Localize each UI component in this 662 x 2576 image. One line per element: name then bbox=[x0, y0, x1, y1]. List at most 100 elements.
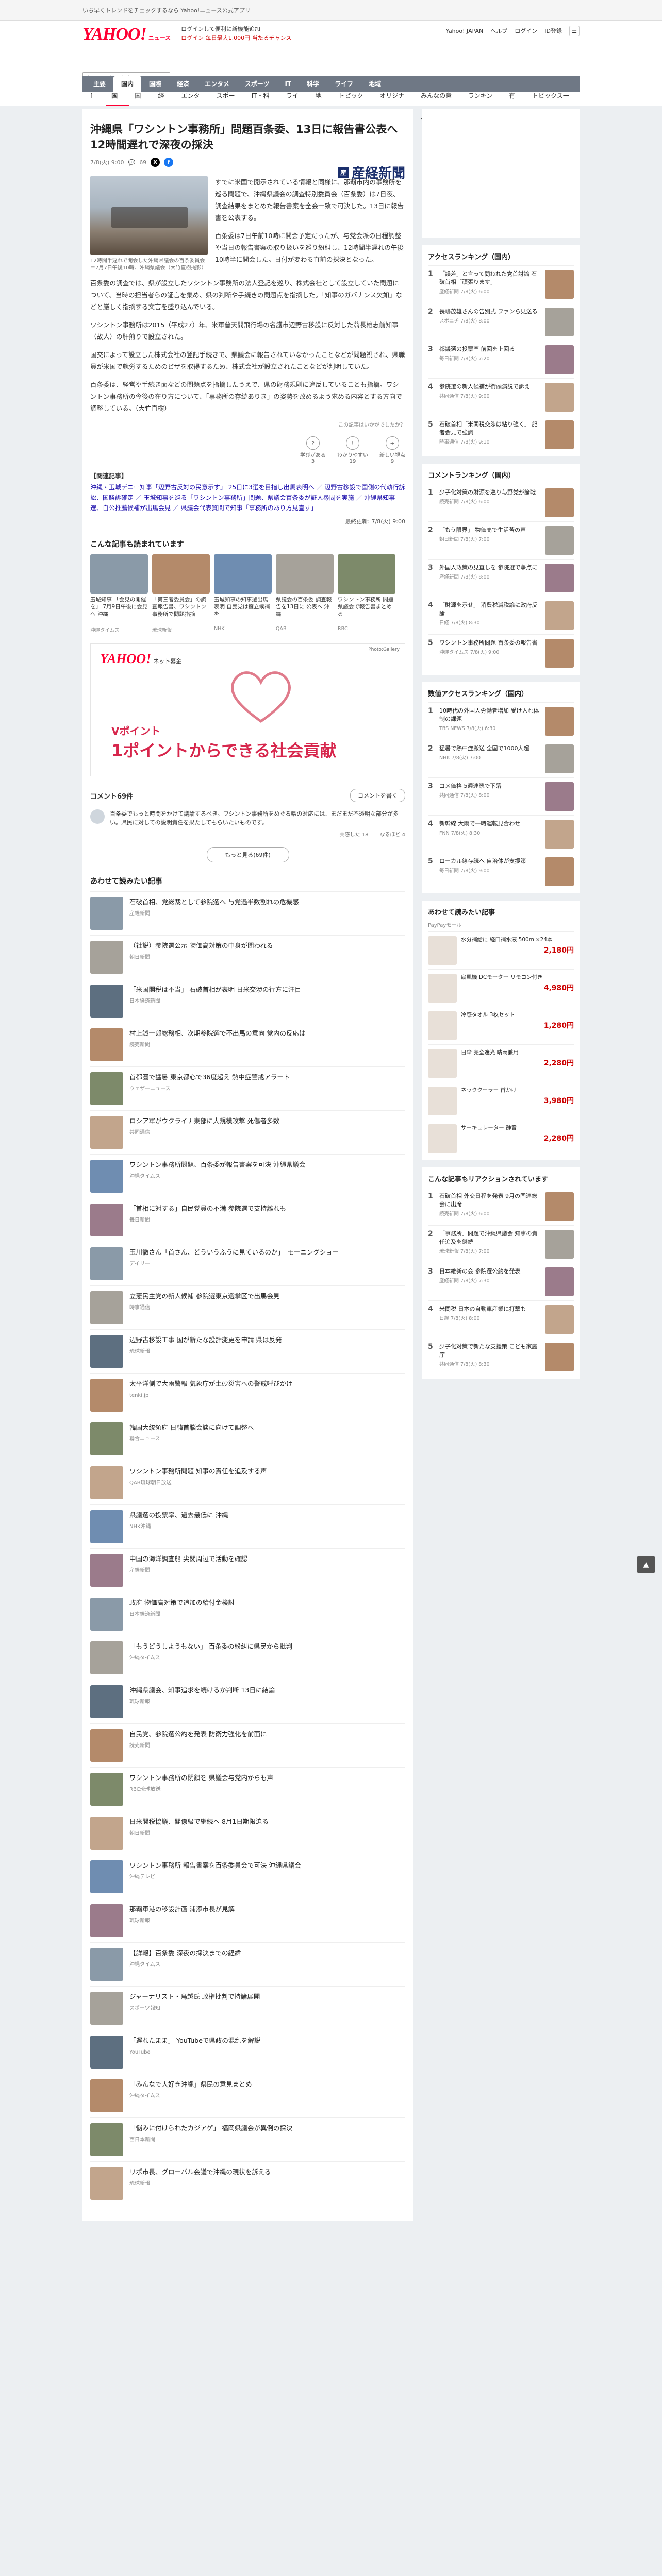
yahoo-news-logo[interactable]: YAHOO! ニュース bbox=[82, 25, 171, 44]
list-item[interactable]: 「悩みに付けられたカジアゲ」 福岡県議会が異例の採決 西日本新聞 bbox=[90, 2117, 405, 2161]
yahoo-japan-link[interactable]: Yahoo! JAPAN bbox=[446, 28, 484, 35]
rank-item[interactable]: 2 猛暑で熱中症搬送 全国で1000人超 NHK 7/8(火) 7:00 bbox=[428, 740, 574, 777]
back-to-top-button[interactable]: ▲ bbox=[637, 1556, 655, 1573]
rank-item[interactable]: 3 外国人政策の見直しを 参院選で争点に 産経新聞 7/8(火) 8:00 bbox=[428, 559, 574, 597]
avatar[interactable] bbox=[90, 809, 105, 824]
list-item[interactable]: 県議選の投票率、過去最低に 沖縄 NHK沖縄 bbox=[90, 1504, 405, 1548]
menu-icon[interactable]: ☰ bbox=[569, 26, 580, 36]
list-item[interactable]: 立憲民主党の新人候補 参院選東京選挙区で出馬会見 時事通信 bbox=[90, 1285, 405, 1329]
rank-item[interactable]: 5 石破首相「米関税交渉は粘り強く」 記者会見で強調 時事通信 7/8(火) 9:1… bbox=[428, 416, 574, 453]
rank-item[interactable]: 2 長嶋茂雄さんの告別式 ファンら見送る スポニチ 7/8(火) 8:00 bbox=[428, 303, 574, 341]
category-tab[interactable]: 科学 bbox=[299, 76, 327, 92]
list-item[interactable]: 政府 物価高対策で追加の給付金検討 日本経済新聞 bbox=[90, 1592, 405, 1636]
list-item[interactable]: 石破首相、党総裁として参院選へ 与党過半数割れの危機感 産経新聞 bbox=[90, 891, 405, 935]
write-comment-button[interactable]: コメントを書く bbox=[350, 789, 405, 802]
rank-item[interactable]: 1 少子化対策の財源を巡り与野党が論戦 読売新聞 7/8(火) 6:00 bbox=[428, 484, 574, 521]
category-tab[interactable]: スポーツ bbox=[237, 76, 277, 92]
related-links[interactable]: 沖縄・玉城デニー知事「辺野古反対の民意示す」 25日に3選を目指し出馬表明へ ／… bbox=[90, 482, 405, 513]
rank-item[interactable]: 5 少子化対策で新たな支援策 こども家庭庁 共同通信 7/8(火) 8:30 bbox=[428, 1338, 574, 1376]
rank-item[interactable]: 4 「財源を示せ」 消費税減税論に政府反論 日経 7/8(火) 8:30 bbox=[428, 597, 574, 634]
shop-item[interactable]: 日傘 完全遮光 晴雨兼用 2,280円 bbox=[428, 1044, 574, 1082]
list-item[interactable]: 玉川徹さん「首さん、どういうふうに見ているのか」 モーニングショー デイリー bbox=[90, 1242, 405, 1285]
list-item[interactable]: 自民党、参院選公約を発表 防衛力強化を前面に 読売新聞 bbox=[90, 1723, 405, 1767]
reaction-newview-button[interactable]: + 新しい視点 9 bbox=[379, 436, 405, 464]
facebook-share-icon[interactable]: f bbox=[164, 158, 174, 167]
list-item[interactable]: 「もうどうしようもない」 百条委の紛糾に県民から批判 沖縄タイムス bbox=[90, 1636, 405, 1680]
help-link[interactable]: ヘルプ bbox=[490, 27, 507, 35]
category-tab[interactable]: 経済 bbox=[169, 76, 197, 92]
list-item[interactable]: 首都圏で猛暑 東京都心で36度超え 熱中症警戒アラート ウェザーニュース bbox=[90, 1066, 405, 1110]
register-link[interactable]: ID登録 bbox=[544, 27, 562, 35]
shop-item[interactable]: 扇風機 DCモーター リモコン付き 4,980円 bbox=[428, 969, 574, 1007]
rank-item[interactable]: 2 「もう限界」 物価高で生活苦の声 朝日新聞 7/8(火) 7:00 bbox=[428, 521, 574, 559]
list-item[interactable]: 「みんなで大好き沖縄」県民の意見まとめ 沖縄タイムス bbox=[90, 2074, 405, 2117]
reaction-learn-button[interactable]: ? 学びがある 3 bbox=[300, 436, 326, 464]
list-thumb bbox=[90, 1860, 123, 1893]
ad-credit: Photo:Gallery bbox=[368, 647, 400, 652]
login-link[interactable]: ログイン bbox=[515, 27, 537, 35]
rank-item[interactable]: 3 日本維新の会 参院選公約を発表 産経新聞 7/8(火) 7:30 bbox=[428, 1263, 574, 1300]
article-photo[interactable] bbox=[90, 176, 208, 255]
list-item[interactable]: 太平洋側で大雨警報 気象庁が土砂災害への警戒呼びかけ tenki.jp bbox=[90, 1373, 405, 1417]
list-item[interactable]: 「米国関税は不当」 石破首相が表明 日米交渉の行方に注目 日本経済新聞 bbox=[90, 979, 405, 1023]
category-tab[interactable]: ライフ bbox=[327, 76, 361, 92]
rank-item[interactable]: 1 「誤差」と言って問われた党首討論 石破首相「頑張ります」 産経新聞 7/8(火)… bbox=[428, 265, 574, 303]
rank-item[interactable]: 3 コメ価格 5週連続で下落 共同通信 7/8(火) 8:00 bbox=[428, 777, 574, 815]
list-item[interactable]: 中国の海洋調査船 尖閣周辺で活動を確認 産経新聞 bbox=[90, 1548, 405, 1592]
rank-item[interactable]: 2 「事務所」問題で沖縄県議会 知事の責任追及を継続 琉球新報 7/8(火) 7:0… bbox=[428, 1225, 574, 1263]
list-item[interactable]: 辺野古移設工事 国が新たな設計変更を申請 県は反発 琉球新報 bbox=[90, 1329, 405, 1373]
like-button[interactable]: 共感した 18 bbox=[340, 830, 369, 838]
list-item[interactable]: 沖縄県議会、知事追求を続けるか判断 13日に結論 琉球新報 bbox=[90, 1680, 405, 1723]
list-item[interactable]: ロシア軍がウクライナ東部に大規模攻撃 死傷者多数 共同通信 bbox=[90, 1110, 405, 1154]
list-item[interactable]: ワシントン事務所 報告書案を百条委員会で可決 沖縄県議会 沖縄テレビ bbox=[90, 1855, 405, 1899]
thumb-card[interactable]: ワシントン事務所 問題 県議会で報告書まとめる RBC bbox=[338, 554, 395, 633]
x-share-icon[interactable]: X bbox=[151, 158, 160, 167]
rank-item[interactable]: 5 ワシントン事務所問題 百条委の報告書 沖縄タイムス 7/8(火) 9:00 bbox=[428, 634, 574, 672]
thumb-card[interactable]: 「第三者委員会」の調査報告書、ワシントン事務所で問題指摘 琉球新報 bbox=[152, 554, 210, 633]
category-tab[interactable]: 主要 bbox=[86, 76, 113, 92]
list-item[interactable]: ワシントン事務所問題、百条委が報告書案を可決 沖縄県議会 沖縄タイムス bbox=[90, 1154, 405, 1198]
category-tab[interactable]: 国際 bbox=[141, 76, 169, 92]
rank-item[interactable]: 4 参院選の新人候補が街頭演説で訴え 共同通信 7/8(火) 9:00 bbox=[428, 378, 574, 416]
side-ad[interactable] bbox=[422, 109, 580, 238]
list-item[interactable]: リポ市長、グローバル会議で沖縄の現状を訴える 琉球新報 bbox=[90, 2161, 405, 2205]
thumb-card[interactable]: 玉城知事の知事選出馬表明 自民党は擁立候補を NHK bbox=[214, 554, 272, 633]
reaction-clear-button[interactable]: ! わかりやすい 19 bbox=[337, 436, 368, 464]
donation-ad-banner[interactable]: YAHOO! ネット募金 Photo:Gallery Vポイント 1ポイントからで… bbox=[90, 643, 405, 776]
comment-count[interactable]: 69 bbox=[139, 159, 146, 166]
rank-item[interactable]: 5 ローカル線存続へ 自治体が支援策 毎日新聞 7/8(火) 9:00 bbox=[428, 853, 574, 890]
comment-icon[interactable]: 💬 bbox=[128, 159, 135, 166]
publisher-logo[interactable]: 産 産経新聞 bbox=[338, 163, 405, 182]
rank-item[interactable]: 1 10時代の外国人労働者増加 受け入れ体制の課題 TBS NEWS 7/8(火) … bbox=[428, 702, 574, 740]
more-comments-button[interactable]: もっと見る(69件) bbox=[206, 847, 289, 862]
list-item[interactable]: （社説）参院選公示 物価高対策の中身が問われる 朝日新聞 bbox=[90, 935, 405, 979]
rank-item[interactable]: 1 石破首相 外交日程を発表 9月の国連総会に出席 読売新聞 7/8(火) 6:00 bbox=[428, 1188, 574, 1225]
category-tab[interactable]: エンタメ bbox=[197, 76, 237, 92]
shop-item[interactable]: サーキュレーター 静音 2,280円 bbox=[428, 1120, 574, 1157]
list-item[interactable]: 「首相に対する」自民党員の不満 参院選で支持離れも 毎日新聞 bbox=[90, 1198, 405, 1242]
shop-item[interactable]: ネッククーラー 首かけ 3,980円 bbox=[428, 1082, 574, 1120]
login-notice[interactable]: ログインして便利に新機能追加 ログイン 毎日最大1,000円 当たるチャンス bbox=[181, 25, 291, 42]
list-item[interactable]: 日米関税協議、閣僚級で継続へ 8月1日期限迫る 朝日新聞 bbox=[90, 1811, 405, 1855]
thumb-card[interactable]: 玉城知事 「会見の開催を」 7月9日午後に会見へ 沖縄 沖縄タイムス bbox=[90, 554, 148, 633]
list-item[interactable]: ワシントン事務所の閉鎖を 県議会与党内からも声 RBC琉球放送 bbox=[90, 1767, 405, 1811]
thumb-card[interactable]: 県議会の百条委 調査報告を13日に 公表へ 沖縄 QAB bbox=[276, 554, 334, 633]
shop-item[interactable]: 水分補給に 経口補水液 500ml×24本 2,180円 bbox=[428, 931, 574, 969]
category-tab[interactable]: IT bbox=[277, 76, 299, 92]
list-item[interactable]: 「遅れたまま」 YouTubeで県政の混乱を解説 YouTube bbox=[90, 2030, 405, 2074]
promo-text[interactable]: いち早くトレンドをチェックするなら Yahoo!ニュース公式アプリ bbox=[82, 6, 251, 14]
list-item[interactable]: 【詳報】百条委 深夜の採決までの経緯 沖縄タイムス bbox=[90, 1942, 405, 1986]
list-item[interactable]: 那覇軍港の移設計画 浦添市長が見解 琉球新報 bbox=[90, 1899, 405, 1942]
hmm-button[interactable]: なるほど 4 bbox=[379, 830, 405, 838]
rank-item[interactable]: 4 新幹線 大雨で一時運転見合わせ FNN 7/8(火) 8:30 bbox=[428, 815, 574, 853]
promo-bar[interactable]: いち早くトレンドをチェックするなら Yahoo!ニュース公式アプリ bbox=[0, 0, 662, 21]
category-tab[interactable]: 地域 bbox=[361, 76, 389, 92]
list-item[interactable]: ジャーナリスト・鳥越氏 政権批判で持論展開 スポーツ報知 bbox=[90, 1986, 405, 2030]
rank-item[interactable]: 4 米関税 日本の自動車産業に打撃も 日経 7/8(火) 8:00 bbox=[428, 1300, 574, 1338]
list-item[interactable]: 村上誠一郎総務相、次期参院選で不出馬の意向 党内の反応は 読売新聞 bbox=[90, 1023, 405, 1066]
list-item[interactable]: 韓国大統領府 日韓首脳会談に向けて調整へ 聯合ニュース bbox=[90, 1417, 405, 1461]
list-item[interactable]: ワシントン事務所問題 知事の責任を追及する声 QAB琉球朝日放送 bbox=[90, 1461, 405, 1504]
rank-item[interactable]: 3 都議選の投票率 前回を上回る 毎日新聞 7/8(火) 7:20 bbox=[428, 341, 574, 378]
category-tab[interactable]: 国内 bbox=[113, 76, 142, 92]
shop-item[interactable]: 冷感タオル 3枚セット 1,280円 bbox=[428, 1007, 574, 1044]
